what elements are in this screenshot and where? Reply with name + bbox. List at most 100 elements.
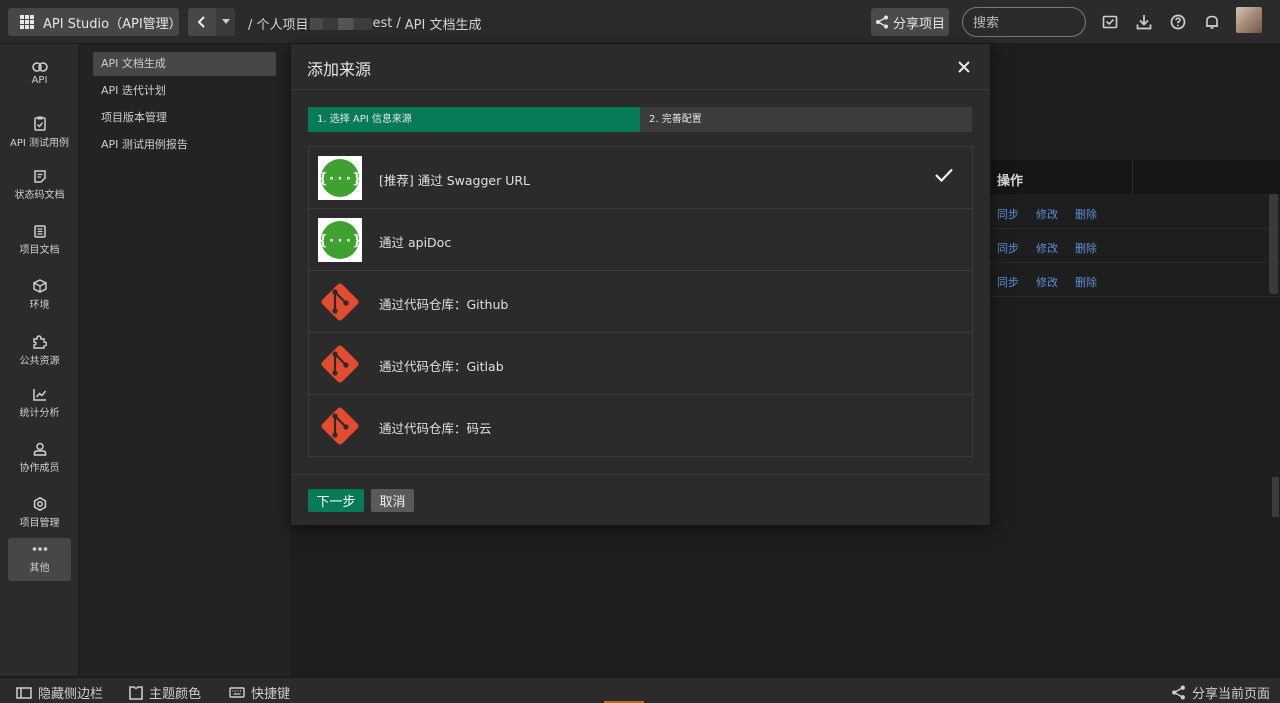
add-source-modal: 添加来源 1. 选择 API 信息来源 2. 完善配置 {···} [推荐] 通… [291, 44, 990, 525]
source-list: {···} [推荐] 通过 Swagger URL {···} 通过 apiDo… [308, 146, 973, 457]
step-2: 2. 完善配置 [649, 114, 702, 125]
share-project-button[interactable]: 分享项目 [871, 8, 949, 36]
close-button[interactable] [955, 58, 973, 76]
sidebar-item-project-settings[interactable]: 项目管理 [8, 491, 71, 535]
more-icon [32, 547, 47, 551]
sidebar-item-api[interactable]: API [8, 56, 71, 100]
hide-sidebar-label: 隐藏侧边栏 [38, 687, 104, 702]
caret-down-icon [221, 19, 230, 24]
sidebar-icon [16, 686, 32, 699]
breadcrumb-separator: / [396, 16, 401, 31]
subnav-item-version-management[interactable]: 项目版本管理 [93, 106, 276, 130]
share-page-button[interactable]: 分享当前页面 [1171, 683, 1270, 702]
sidebar-item-api-testcases[interactable]: API 测试用例 [8, 110, 71, 154]
secondary-nav: API 文档生成 API 迭代计划 项目版本管理 API 测试用例报告 [80, 44, 290, 676]
svg-text:{···}: {···} [319, 171, 361, 187]
source-option-label: 通过代码仓库：Github [379, 297, 509, 312]
table-row [990, 229, 1280, 263]
sidebar-item-label: 公共资源 [19, 356, 60, 367]
breadcrumb-current: API 文档生成 [404, 18, 482, 33]
source-option-gitlab[interactable]: 通过代码仓库：Gitlab [309, 333, 972, 395]
shortcuts-label: 快捷键 [251, 687, 291, 702]
subnav-item-api-doc-generation[interactable]: API 文档生成 [93, 52, 276, 76]
sidebar-item-environment[interactable]: 环境 [8, 273, 71, 317]
user-icon [33, 442, 46, 456]
share-icon [875, 15, 888, 29]
download-icon [1136, 15, 1152, 30]
app-switcher-button[interactable]: API Studio（API管理） [8, 8, 182, 36]
theme-color-button[interactable]: 主题颜色 [129, 683, 201, 702]
step-1: 1. 选择 API 信息来源 [308, 107, 640, 132]
share-icon [1172, 685, 1185, 700]
sidebar-item-label: 统计分析 [19, 408, 60, 419]
operations-column-header: 操作 [997, 174, 1024, 189]
source-option-swagger-url[interactable]: {···} [推荐] 通过 Swagger URL [309, 147, 972, 209]
subnav-item-testcase-report[interactable]: API 测试用例报告 [93, 133, 276, 157]
notifications-button[interactable] [1203, 13, 1221, 31]
keyboard-icon [229, 687, 245, 698]
sidebar-item-status-codes[interactable]: 状态码文档 [8, 164, 71, 208]
sidebar-item-statistics[interactable]: 统计分析 [8, 382, 71, 426]
subnav-item-api-iteration-plan[interactable]: API 迭代计划 [93, 79, 276, 103]
sidebar-item-label: 其他 [29, 563, 50, 574]
theme-color-label: 主题颜色 [149, 687, 202, 702]
sync-link[interactable]: 同步 [997, 206, 1019, 222]
close-icon [958, 61, 970, 73]
breadcrumb-project[interactable]: / 个人项目 [248, 14, 309, 33]
edit-link[interactable]: 修改 [1036, 206, 1058, 222]
edit-link[interactable]: 修改 [1036, 274, 1058, 290]
sidebar-item-members[interactable]: 协作成员 [8, 436, 71, 480]
bell-icon [1206, 15, 1218, 29]
source-option-label: 通过代码仓库：码云 [379, 421, 492, 436]
help-button[interactable] [1169, 13, 1187, 31]
sidebar-item-project-docs[interactable]: 项目文档 [8, 219, 71, 263]
shortcuts-button[interactable]: 快捷键 [229, 683, 290, 702]
delete-link[interactable]: 删除 [1075, 274, 1097, 290]
breadcrumb-project-suffix[interactable]: est [373, 16, 393, 31]
clipboard-check-icon [33, 116, 46, 131]
table-header-divider [1132, 160, 1133, 194]
source-option-label: [推荐] 通过 Swagger URL [379, 173, 530, 188]
cube-icon [32, 279, 47, 293]
source-option-gitee[interactable]: 通过代码仓库：码云 [309, 395, 972, 457]
chevron-left-icon [197, 16, 205, 28]
back-button[interactable] [188, 8, 216, 36]
link-icon [31, 62, 48, 72]
cancel-button[interactable]: 取消 [371, 489, 414, 512]
sidebar-item-more[interactable]: 其他 [8, 538, 71, 581]
divider [291, 89, 990, 90]
inbox-check-icon [1102, 15, 1118, 29]
breadcrumb: / 个人项目 est / API 文档生成 [248, 14, 481, 33]
bottom-bar: 隐藏侧边栏 主题颜色 快捷键 分享当前页面 [0, 677, 1280, 703]
download-button[interactable] [1135, 13, 1153, 31]
puzzle-icon [33, 335, 47, 349]
source-option-label: 通过代码仓库：Gitlab [379, 359, 504, 374]
history-dropdown-button[interactable] [216, 8, 235, 36]
check-icon [935, 168, 953, 183]
history-nav [188, 8, 235, 36]
edit-link[interactable]: 修改 [1036, 240, 1058, 256]
hide-sidebar-button[interactable]: 隐藏侧边栏 [16, 683, 103, 702]
sidebar-item-public-resources[interactable]: 公共资源 [8, 328, 71, 372]
swagger-icon: {···} [318, 156, 362, 200]
delete-link[interactable]: 删除 [1075, 206, 1097, 222]
source-option-label: 通过 apiDoc [379, 235, 452, 250]
delete-link[interactable]: 删除 [1075, 240, 1097, 256]
main-sidebar: API API 测试用例 状态码文档 项目文档 环境 公共资源 统计分析 协作成… [0, 44, 79, 676]
user-avatar[interactable] [1236, 7, 1262, 33]
table-scrollbar[interactable] [1269, 194, 1278, 294]
next-step-button[interactable]: 下一步 [308, 489, 364, 512]
inbox-button[interactable] [1101, 13, 1119, 31]
sidebar-item-label: 状态码文档 [14, 190, 65, 201]
apps-grid-icon [20, 15, 34, 29]
source-option-apidoc[interactable]: {···} 通过 apiDoc [309, 209, 972, 271]
sidebar-item-label: API [31, 75, 48, 86]
git-icon [321, 283, 359, 321]
share-page-label: 分享当前页面 [1192, 687, 1271, 702]
page-scrollbar[interactable] [1272, 477, 1279, 517]
search-input[interactable] [962, 7, 1086, 37]
sync-link[interactable]: 同步 [997, 240, 1019, 256]
source-option-github[interactable]: 通过代码仓库：Github [309, 271, 972, 333]
sync-link[interactable]: 同步 [997, 274, 1019, 290]
table-header [990, 160, 1280, 194]
